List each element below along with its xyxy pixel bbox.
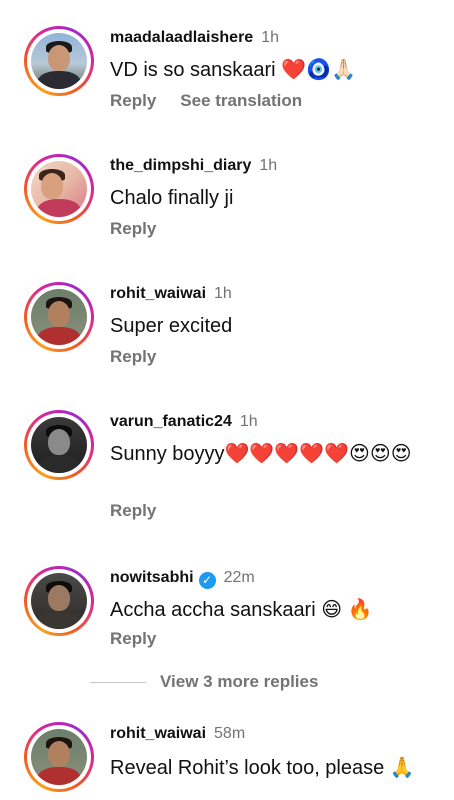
replies-divider (90, 682, 146, 683)
see-translation-button[interactable]: See translation (180, 91, 302, 110)
username[interactable]: rohit_waiwai (110, 725, 206, 742)
view-more-replies-row[interactable]: View 3 more replies (0, 670, 454, 694)
timestamp: 1h (214, 285, 232, 302)
avatar-maadalaadlaishere[interactable] (24, 26, 94, 96)
timestamp: 1h (261, 29, 279, 46)
timestamp: 58m (214, 725, 246, 742)
comment-text: Reveal Rohit’s look too, please 🙏 (110, 757, 415, 779)
username[interactable]: maadalaadlaishere (110, 29, 253, 46)
comment-text: Sunny boyyy❤️❤️❤️❤️❤️😍😍😍 (110, 443, 412, 465)
username[interactable]: the_dimpshi_diary (110, 157, 251, 174)
avatar-nowitsabhi[interactable] (24, 566, 94, 636)
avatar-rohit_waiwai[interactable] (24, 282, 94, 352)
verified-badge-icon: ✓ (198, 572, 216, 589)
reply-button[interactable]: Reply (110, 629, 156, 648)
avatar-rohit_waiwai[interactable] (24, 722, 94, 792)
comment-text: Super excited (110, 315, 233, 337)
username[interactable]: varun_fanatic24 (110, 413, 232, 430)
reply-button[interactable]: Reply (110, 91, 156, 110)
reply-button[interactable]: Reply (110, 219, 156, 238)
reply-button[interactable]: Reply (110, 347, 156, 366)
timestamp: 22m (223, 569, 255, 586)
comment-text: Accha accha sanskaari 😄 🔥 (110, 599, 373, 621)
comment-text: VD is so sanskaari ❤️🧿🙏🏻 (110, 59, 356, 81)
comment-text: Chalo finally ji (110, 187, 234, 209)
avatar-varun_fanatic24[interactable] (24, 410, 94, 480)
timestamp: 1h (259, 157, 278, 174)
avatar-the_dimpshi_diary[interactable] (24, 154, 94, 224)
reply-button[interactable]: Reply (110, 501, 156, 520)
view-more-replies-button[interactable]: View 3 more replies (160, 671, 318, 693)
timestamp: 1h (239, 413, 258, 430)
username[interactable]: nowitsabhi (110, 569, 194, 586)
username[interactable]: rohit_waiwai (110, 285, 206, 302)
